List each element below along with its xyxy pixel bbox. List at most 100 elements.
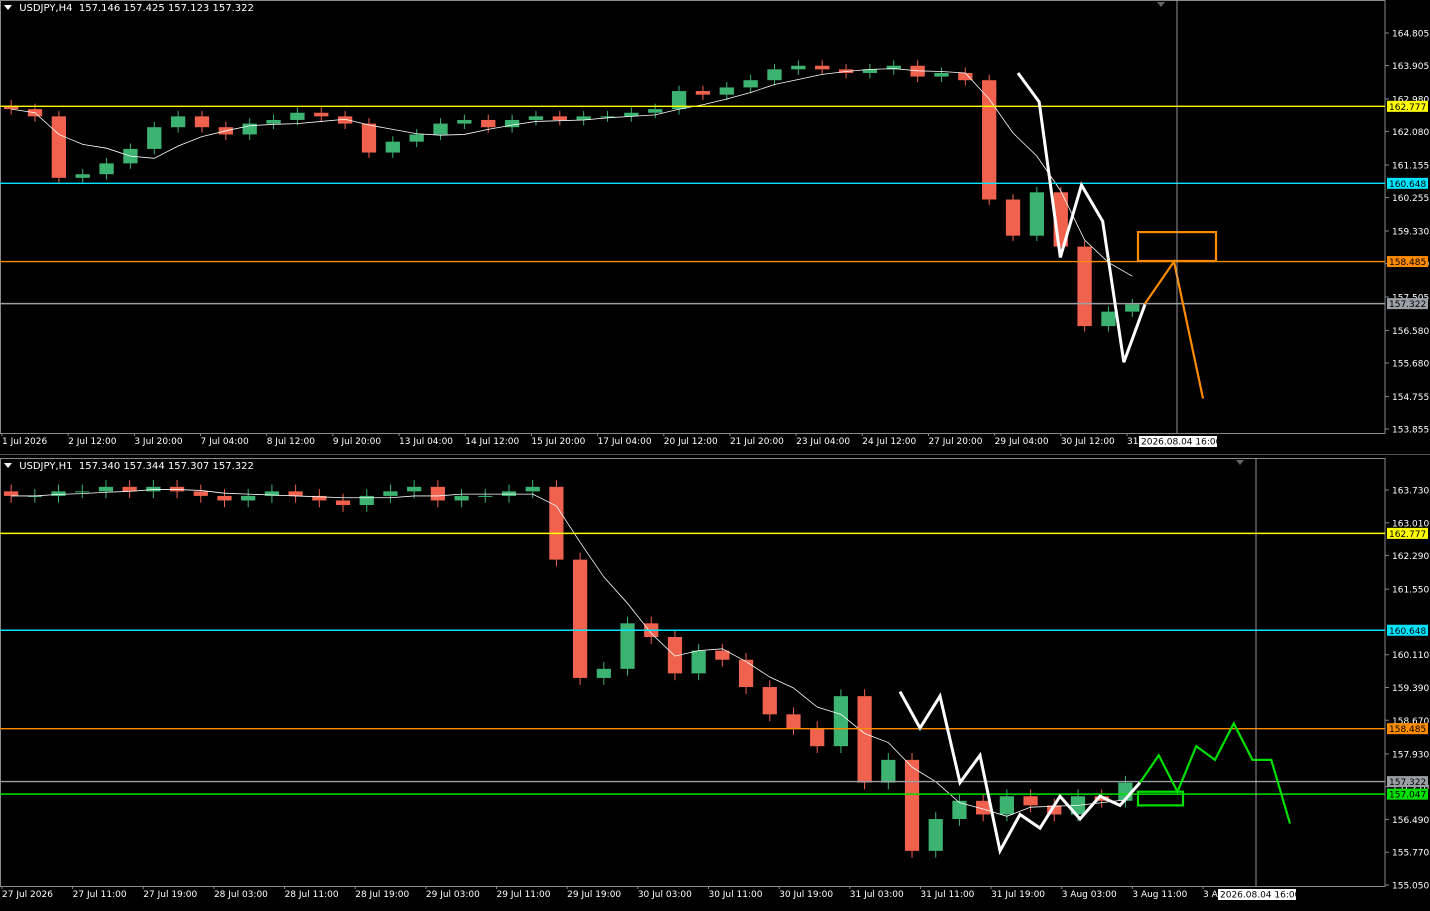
candle-body: [193, 491, 208, 496]
h4-open-value: 157.146: [78, 3, 121, 14]
candle-body: [170, 116, 186, 128]
candle-body: [833, 696, 849, 747]
y-tick-label: 160.255: [1392, 194, 1429, 204]
x-tick-label: 29 Jul 03:00: [426, 890, 480, 900]
x-tick-label: 29 Jul 19:00: [567, 890, 621, 900]
h1-symbol-header: USDJPY,H1 157.340 157.344 157.307 157.32…: [4, 461, 254, 472]
candle-body: [952, 800, 967, 820]
h4-chart-panel[interactable]: 164.805 163.905 162.980 162.080 161.155 160.2…: [0, 0, 1430, 454]
candle-body: [767, 69, 782, 81]
candle-body: [648, 109, 663, 113]
h4-close-value: 157.322: [212, 3, 254, 14]
candle-body: [999, 796, 1014, 815]
price-level-label: 157.322: [1389, 300, 1426, 310]
h4-high-value: 157.425: [123, 3, 165, 14]
candle-body: [147, 127, 162, 149]
h1-open-value: 157.340: [78, 461, 121, 472]
x-tick-label: 31 Jul 11:00: [920, 890, 974, 900]
projection-path: [1144, 258, 1205, 399]
x-tick-label: 20 Jul 12:00: [664, 437, 718, 447]
price-level-label: 160.648: [1389, 180, 1426, 190]
candle-body: [359, 495, 374, 506]
x-tick-label: 30 Jul 03:00: [638, 890, 692, 900]
x-tick-label: 27 Jul 2026: [2, 890, 53, 900]
candle-body: [786, 714, 801, 729]
price-level-label: 160.648: [1389, 627, 1426, 637]
candle-body: [385, 141, 400, 153]
x-tick-label: 28 Jul 19:00: [355, 890, 409, 900]
x-tick-label: 17 Jul 04:00: [598, 437, 652, 447]
scroll-marker-icon: [1157, 2, 1165, 7]
candle-body: [75, 174, 90, 178]
y-tick-label: 155.680: [1392, 360, 1429, 370]
candle-body: [791, 65, 806, 70]
x-tick-label: 30 Jul 11:00: [708, 890, 762, 900]
y-tick-label: 163.010: [1392, 519, 1429, 529]
h1-low-value: 157.307: [167, 461, 210, 472]
candle-body: [1101, 311, 1116, 327]
price-level-label: 162.777: [1389, 530, 1426, 540]
dropdown-triangle-icon[interactable]: [4, 5, 12, 10]
candle-body: [241, 495, 256, 501]
candle-body: [409, 134, 424, 142]
price-level-label: 158.485: [1389, 725, 1426, 735]
candle-body: [4, 491, 19, 496]
h4-symbol-label: USDJPY,H4: [19, 3, 73, 14]
y-tick-label: 159.330: [1392, 228, 1429, 238]
y-tick-label: 155.770: [1392, 849, 1429, 859]
y-tick-label: 164.805: [1392, 30, 1429, 40]
candle-body: [958, 72, 973, 81]
x-tick-label: 30 Jul 19:00: [779, 890, 833, 900]
candle-body: [528, 116, 544, 120]
candle-body: [454, 495, 469, 501]
candle-body: [51, 116, 67, 178]
candle-body: [75, 491, 90, 493]
x-tick-label: 13 Jul 04:00: [399, 437, 453, 447]
candle-body: [290, 112, 305, 120]
candle-body: [1023, 796, 1038, 806]
candle-body: [146, 486, 161, 492]
candle-body: [1029, 192, 1045, 236]
x-tick-label: 28 Jul 03:00: [214, 890, 268, 900]
candle-body: [1005, 199, 1021, 236]
y-tick-label: 161.550: [1392, 586, 1429, 596]
y-tick-label: 162.290: [1392, 552, 1429, 562]
candle-body: [715, 650, 730, 660]
x-tick-label: 3 Jul 20:00: [134, 437, 183, 447]
h1-chart-canvas[interactable]: 163.730 163.010 162.290 161.550 160.110 159.3…: [0, 458, 1430, 911]
x-tick-label: 31 Jul 19:00: [991, 890, 1045, 900]
h4-chart-canvas[interactable]: 164.805163.905162.980162.080161.155160.2…: [0, 0, 1430, 454]
crosshair-time-label: 2026.08.04 16:00: [1220, 891, 1301, 901]
candle-body: [478, 495, 493, 497]
x-tick-label: 27 Jul 19:00: [143, 890, 197, 900]
candle-body: [762, 687, 777, 715]
candle-body: [1077, 246, 1092, 327]
candle-body: [335, 500, 351, 506]
h4-low-value: 157.123: [167, 3, 210, 14]
price-level-label: 158.485: [1389, 258, 1426, 268]
candle-body: [99, 163, 114, 175]
scroll-marker-icon: [1236, 460, 1244, 465]
y-tick-label: 153.855: [1392, 426, 1429, 436]
x-tick-label: 29 Jul 11:00: [497, 890, 551, 900]
price-level-label: 157.047: [1389, 791, 1426, 801]
h1-chart-panel[interactable]: 163.730 163.010 162.290 161.550 160.110 159.3…: [0, 458, 1430, 911]
y-tick-label: 163.730: [1392, 487, 1429, 497]
candle-body: [525, 486, 540, 492]
h1-symbol-label: USDJPY,H1: [19, 461, 73, 472]
candle-body: [194, 116, 210, 128]
x-tick-label: 28 Jul 11:00: [285, 890, 339, 900]
x-tick-label: 3 Aug 11:00: [1132, 890, 1187, 900]
x-tick-label: 7 Jul 04:00: [201, 437, 250, 447]
candle-body: [433, 123, 448, 135]
candle-body: [501, 491, 517, 496]
y-tick-label: 160.110: [1392, 651, 1429, 661]
candle-body: [407, 486, 422, 492]
y-tick-label: 155.050: [1392, 882, 1429, 892]
candle-body: [815, 65, 830, 70]
candle-body: [314, 112, 329, 117]
candle-body: [904, 759, 920, 851]
x-tick-label: 14 Jul 12:00: [465, 437, 519, 447]
h1-close-value: 157.322: [212, 461, 254, 472]
dropdown-triangle-icon[interactable]: [4, 463, 12, 468]
